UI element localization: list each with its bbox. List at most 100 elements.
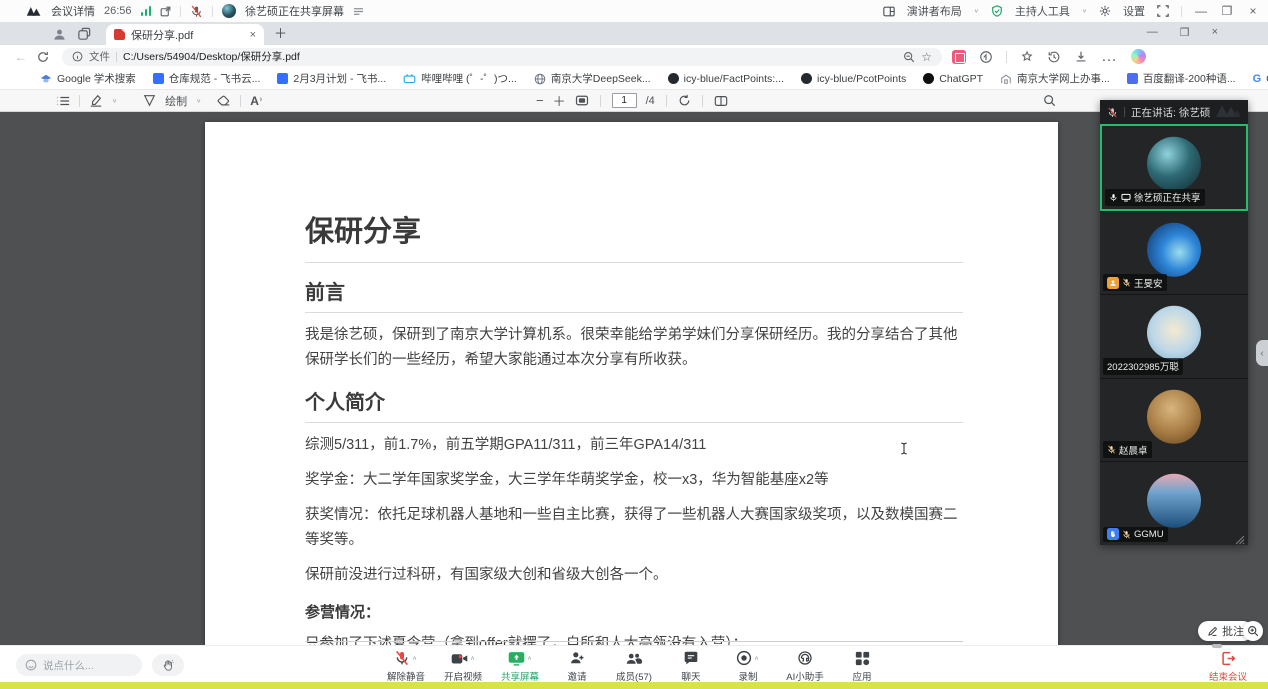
zoom-out-icon[interactable] bbox=[903, 51, 915, 63]
avatar bbox=[1147, 390, 1201, 444]
annotate-drag-nub[interactable] bbox=[1212, 644, 1222, 648]
chat-button[interactable]: 聊天 bbox=[671, 649, 711, 683]
draw-tool-button[interactable]: 绘制 ∨ bbox=[143, 93, 201, 109]
invite-button[interactable]: 邀请 bbox=[557, 649, 597, 683]
zoom-in-button[interactable] bbox=[1243, 621, 1263, 641]
bookmark-item[interactable]: 仓库规范 - 飞书云... bbox=[153, 71, 261, 86]
mic-muted-icon bbox=[1122, 278, 1131, 287]
member-badge-icon bbox=[1107, 277, 1119, 289]
sharer-avatar bbox=[222, 4, 236, 18]
ai-assistant-button[interactable]: AI小助手 bbox=[785, 649, 825, 683]
start-video-button[interactable]: ∨ 开启视频 bbox=[443, 649, 483, 683]
panel-collapse-handle[interactable]: ‹ bbox=[1256, 340, 1268, 366]
info-icon[interactable] bbox=[72, 51, 83, 62]
end-meeting-button[interactable]: 结束会议 bbox=[1200, 649, 1256, 683]
eraser-icon[interactable] bbox=[217, 95, 231, 107]
page-view-icon[interactable] bbox=[714, 95, 728, 107]
tab-close-icon[interactable]: × bbox=[250, 29, 256, 41]
doc-paragraph: 获奖情况：依托足球机器人基地和一些自主比赛，获得了一些机器人大赛国家级奖项，以及… bbox=[305, 503, 963, 553]
refresh-icon[interactable] bbox=[32, 51, 54, 63]
draw-pen-icon bbox=[143, 94, 156, 107]
browser-maximize-button[interactable]: ❐ bbox=[1180, 26, 1190, 39]
favorite-star-icon[interactable]: ☆ bbox=[921, 50, 932, 64]
doc-heading: 前言 bbox=[305, 276, 963, 313]
participant-tile[interactable]: 赵晨卓 bbox=[1100, 378, 1248, 462]
more-menu-icon[interactable]: … bbox=[1101, 48, 1118, 66]
members-button[interactable]: 成员(57) bbox=[614, 649, 654, 683]
url-text: C:/Users/54904/Desktop/保研分享.pdf bbox=[123, 49, 300, 64]
history-icon[interactable] bbox=[1047, 50, 1061, 64]
chevron-up-icon[interactable]: ∨ bbox=[412, 655, 417, 661]
pdf-canvas[interactable]: 保研分享 前言 我是徐艺硕，保研到了南京大学计算机系。很荣幸能给学弟学妹们分享保… bbox=[0, 112, 1268, 645]
chat-placeholder: 说点什么... bbox=[43, 658, 94, 673]
highlighter-icon[interactable] bbox=[89, 94, 103, 107]
bookmark-item[interactable]: 百度翻译-200种语... bbox=[1127, 71, 1236, 86]
settings-button[interactable]: 设置 bbox=[1123, 3, 1145, 19]
record-button[interactable]: ∨ 录制 bbox=[728, 649, 768, 683]
share-signal-icon bbox=[353, 7, 364, 16]
close-button[interactable]: × bbox=[1246, 4, 1260, 18]
bookmark-item[interactable]: ChatGPT bbox=[923, 73, 983, 85]
mic-on-icon bbox=[1109, 193, 1118, 202]
quick-chat-input[interactable]: 说点什么... bbox=[16, 654, 142, 676]
page-number-input[interactable] bbox=[612, 93, 637, 108]
fullscreen-icon[interactable] bbox=[1157, 5, 1169, 17]
minimize-button[interactable]: — bbox=[1194, 4, 1208, 18]
baidu-translate-icon bbox=[1127, 73, 1138, 84]
zoom-in-button[interactable]: ＋ bbox=[553, 91, 566, 110]
bookmark-item[interactable]: 2月3月计划 - 飞书... bbox=[277, 71, 386, 86]
url-bar[interactable]: 文件 C:/Users/54904/Desktop/保研分享.pdf ☆ bbox=[62, 48, 942, 66]
maximize-button[interactable]: ❐ bbox=[1220, 4, 1234, 18]
participant-tile[interactable]: 徐艺硕正在共享 bbox=[1100, 124, 1248, 211]
bookmarks-bar: Google 学术搜索 仓库规范 - 飞书云... 2月3月计划 - 飞书...… bbox=[0, 68, 1268, 90]
host-tools-button[interactable]: 主持人工具 bbox=[1015, 3, 1070, 19]
mic-muted-icon bbox=[1107, 107, 1118, 118]
raise-hand-button[interactable] bbox=[152, 654, 184, 676]
workspaces-icon[interactable] bbox=[77, 27, 92, 42]
bookmark-item[interactable]: icy-blue/FactPoints:... bbox=[668, 73, 784, 85]
participant-tile[interactable]: GGMU bbox=[1100, 461, 1248, 545]
bookmark-item[interactable]: 南京大学DeepSeek... bbox=[534, 71, 651, 86]
extension-circle-icon[interactable] bbox=[979, 50, 993, 64]
shield-check-icon bbox=[991, 5, 1003, 17]
browser-close-button[interactable]: × bbox=[1212, 26, 1218, 39]
doc-paragraph: 综测5/311，前1.7%，前五学期GPA11/311，前三年GPA14/311 bbox=[305, 433, 963, 458]
bookmark-item[interactable]: Google 学术搜索 bbox=[40, 71, 136, 86]
extension-pink-icon[interactable] bbox=[952, 50, 966, 64]
chevron-up-icon[interactable]: ∨ bbox=[754, 655, 759, 661]
meeting-detail-button[interactable]: 会议详情 bbox=[51, 3, 95, 19]
browser-tab[interactable]: 保研分享.pdf × bbox=[106, 24, 264, 45]
mic-muted-icon[interactable] bbox=[190, 5, 203, 18]
read-aloud-icon[interactable]: A⁾ bbox=[250, 94, 262, 108]
new-tab-button[interactable]: ＋ bbox=[274, 23, 287, 42]
panel-resize-handle[interactable] bbox=[1235, 532, 1245, 542]
participant-tile[interactable]: 王旻安 bbox=[1100, 211, 1248, 295]
participants-panel[interactable]: 正在讲话: 徐艺硕 徐艺硕正在共享 bbox=[1100, 100, 1248, 545]
chevron-down-icon[interactable]: ∨ bbox=[112, 97, 117, 103]
browser-profile-icon[interactable] bbox=[52, 27, 67, 42]
downloads-icon[interactable] bbox=[1074, 50, 1088, 64]
fit-page-icon[interactable] bbox=[575, 95, 589, 106]
chevron-up-icon[interactable]: ∨ bbox=[470, 655, 475, 661]
search-icon[interactable] bbox=[1043, 94, 1056, 107]
bookmark-item[interactable]: 南京大学网上办事... bbox=[1000, 71, 1110, 86]
apps-button[interactable]: 应用 bbox=[842, 649, 882, 683]
toc-icon[interactable] bbox=[56, 95, 70, 107]
share-screen-button[interactable]: ∨ 共享屏幕 bbox=[500, 649, 540, 683]
bookmark-item[interactable]: 哔哩哔哩 (゜-゜)つ... bbox=[403, 71, 517, 86]
popout-icon[interactable] bbox=[160, 6, 171, 17]
doc-paragraph: 只参加了下述夏令营（拿到offer就摆了，自所和人大高瓴没有入营）： bbox=[305, 632, 963, 645]
layout-button[interactable]: 演讲者布局 bbox=[907, 3, 962, 19]
bookmark-item[interactable]: icy-blue/PcotPoints bbox=[801, 73, 906, 85]
collections-icon[interactable] bbox=[1020, 50, 1034, 64]
rotate-icon[interactable] bbox=[678, 94, 691, 107]
bookmark-item[interactable]: G Google bbox=[1253, 73, 1268, 85]
zoom-out-button[interactable]: − bbox=[536, 93, 544, 108]
copilot-icon[interactable] bbox=[1131, 49, 1146, 64]
doc-title: 保研分享 bbox=[305, 208, 963, 263]
browser-minimize-button[interactable]: — bbox=[1147, 26, 1158, 39]
chevron-up-icon[interactable]: ∨ bbox=[527, 655, 532, 661]
back-icon[interactable]: ← bbox=[10, 50, 32, 64]
participant-tile[interactable]: 2022302985万聪 bbox=[1100, 294, 1248, 378]
unmute-button[interactable]: ∨ 解除静音 bbox=[386, 649, 426, 683]
